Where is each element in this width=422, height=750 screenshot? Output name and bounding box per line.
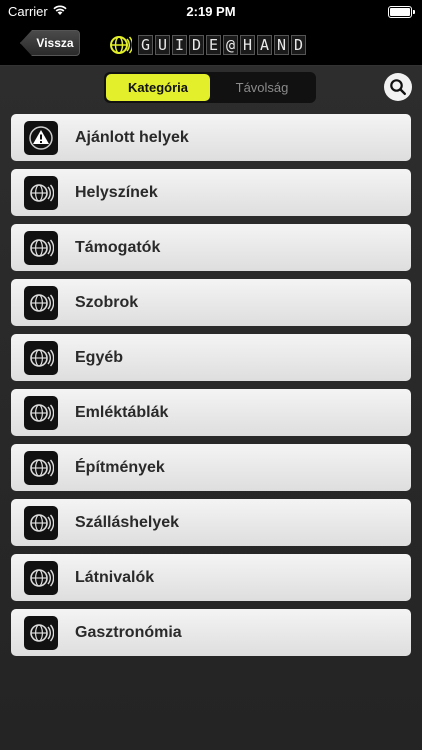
- globe-sound-icon: [24, 560, 58, 595]
- list-item[interactable]: Építmények: [11, 444, 411, 491]
- list-item-label: Építmények: [75, 458, 165, 476]
- globe-sound-icon: [24, 395, 58, 430]
- list-item[interactable]: Látnivalók: [11, 554, 411, 601]
- list-item-label: Helyszínek: [75, 183, 158, 201]
- logo-letter: U: [155, 35, 170, 55]
- logo-letter: D: [189, 35, 204, 55]
- logo-letter: G: [138, 35, 153, 55]
- list-item-label: Látnivalók: [75, 568, 155, 586]
- list-item[interactable]: Egyéb: [11, 334, 411, 381]
- segment-distance[interactable]: Távolság: [210, 74, 314, 101]
- globe-sound-icon: [24, 285, 58, 320]
- app-logo: G U I D E @ H A N D: [108, 32, 306, 58]
- globe-sound-icon: [24, 175, 58, 210]
- list-item[interactable]: Támogatók: [11, 224, 411, 271]
- logo-letter: I: [172, 35, 187, 55]
- back-button-label: Vissza: [36, 36, 74, 50]
- search-button[interactable]: [384, 73, 412, 101]
- list-item-label: Szálláshelyek: [75, 513, 180, 531]
- list-item-label: Szobrok: [75, 293, 139, 311]
- list-item[interactable]: Szobrok: [11, 279, 411, 326]
- list-item-label: Gasztronómia: [75, 623, 182, 641]
- logo-letter: @: [223, 35, 238, 55]
- search-icon: [390, 79, 407, 96]
- logo-wordmark: G U I D E @ H A N D: [138, 35, 306, 55]
- logo-letter: A: [257, 35, 272, 55]
- logo-letter: D: [291, 35, 306, 55]
- globe-sound-icon: [110, 36, 132, 54]
- logo-letter: H: [240, 35, 255, 55]
- list-item-label: Emléktáblák: [75, 403, 169, 421]
- warning-icon: [24, 120, 58, 155]
- back-button[interactable]: Vissza: [20, 30, 80, 56]
- list-item[interactable]: Emléktáblák: [11, 389, 411, 436]
- category-list: Ajánlott helyek Helyszínek Támogatók Szo…: [11, 114, 411, 664]
- list-item[interactable]: Gasztronómia: [11, 609, 411, 656]
- list-item[interactable]: Ajánlott helyek: [11, 114, 411, 161]
- globe-sound-icon: [24, 615, 58, 650]
- list-item[interactable]: Helyszínek: [11, 169, 411, 216]
- globe-sound-icon: [24, 505, 58, 540]
- logo-letter: N: [274, 35, 289, 55]
- list-item-label: Támogatók: [75, 238, 161, 256]
- globe-sound-icon: [24, 340, 58, 375]
- navigation-bar: Vissza G U I D E @ H A N D: [0, 24, 422, 66]
- list-item-label: Ajánlott helyek: [75, 128, 189, 146]
- sort-segmented-control: Kategória Távolság: [104, 72, 316, 103]
- logo-letter: E: [206, 35, 221, 55]
- clock: 2:19 PM: [186, 4, 236, 19]
- list-item[interactable]: Szálláshelyek: [11, 499, 411, 546]
- list-item-label: Egyéb: [75, 348, 124, 366]
- segment-category[interactable]: Kategória: [106, 74, 210, 101]
- globe-sound-icon: [24, 230, 58, 265]
- status-bar: Carrier 2:19 PM: [0, 0, 422, 24]
- battery-icon: [388, 6, 415, 18]
- globe-sound-icon: [24, 450, 58, 485]
